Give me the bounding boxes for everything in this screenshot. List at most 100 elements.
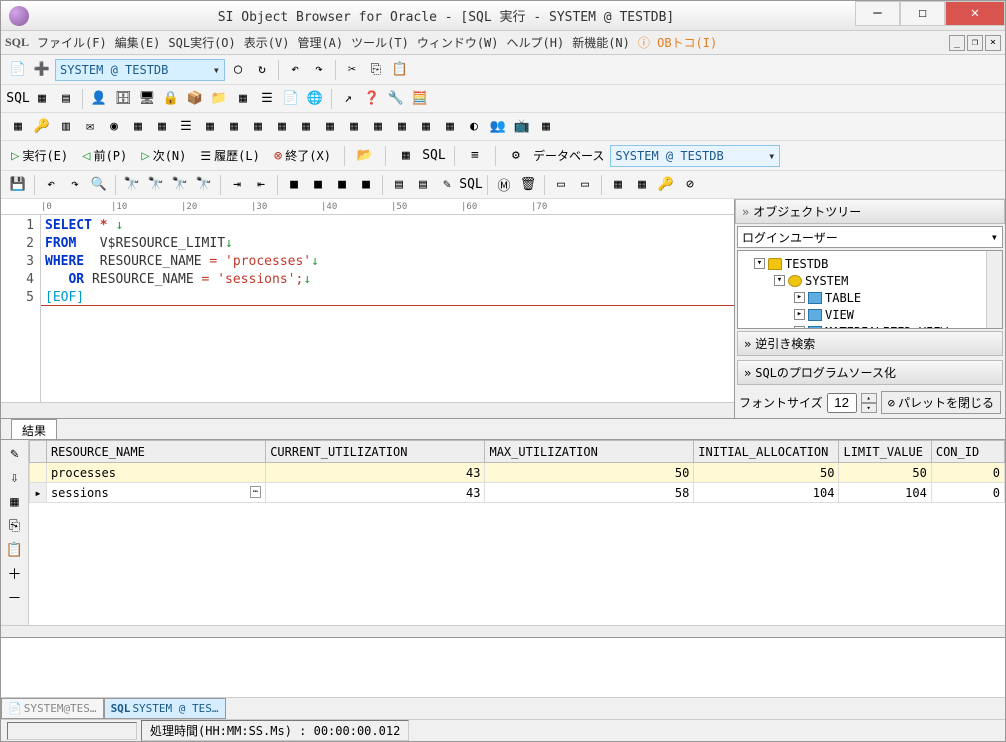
menu-file[interactable]: ファイル(F) bbox=[37, 34, 107, 51]
database-combo[interactable]: SYSTEM @ TESTDB▾ bbox=[610, 145, 780, 167]
redo-icon[interactable]: ↷ bbox=[308, 59, 330, 81]
res-paste-icon[interactable]: 📋 bbox=[5, 540, 25, 560]
res-edit-icon[interactable]: ✎ bbox=[5, 444, 25, 464]
block2-icon[interactable]: ■ bbox=[307, 174, 329, 196]
tb-b-icon[interactable]: ▥ bbox=[55, 116, 77, 138]
menu-new[interactable]: 新機能(N) bbox=[572, 34, 630, 51]
tb-j-icon[interactable]: ▦ bbox=[271, 116, 293, 138]
tb-h-icon[interactable]: ▦ bbox=[223, 116, 245, 138]
sql-source-section[interactable]: »SQLのプログラムソース化 bbox=[737, 360, 1003, 385]
lock-icon[interactable]: 🔒 bbox=[160, 88, 182, 110]
res-add-icon[interactable]: ＋ bbox=[5, 564, 25, 584]
tb-s-icon[interactable]: 👥 bbox=[487, 116, 509, 138]
db-icon[interactable]: 🗄 bbox=[112, 88, 134, 110]
help-icon[interactable]: ❓ bbox=[361, 88, 383, 110]
tb-mail-icon[interactable]: ✉ bbox=[79, 116, 101, 138]
reverse-search-section[interactable]: »逆引き検索 bbox=[737, 331, 1003, 356]
tree-item-view[interactable]: ▸VIEW bbox=[742, 306, 998, 323]
tree-db-node[interactable]: ▾TESTDB bbox=[742, 255, 998, 272]
tb-g-icon[interactable]: ▦ bbox=[199, 116, 221, 138]
win2-icon[interactable]: ▭ bbox=[574, 174, 596, 196]
clear-icon[interactable]: 🗑 bbox=[517, 174, 539, 196]
block4-icon[interactable]: ■ bbox=[355, 174, 377, 196]
add-conn-icon[interactable]: ➕ bbox=[31, 59, 53, 81]
close-button[interactable]: ✕ bbox=[945, 1, 1005, 26]
grid3-icon[interactable]: ▦ bbox=[631, 174, 653, 196]
tb-d-icon[interactable]: ▦ bbox=[127, 116, 149, 138]
res-excel-icon[interactable]: ▦ bbox=[5, 492, 25, 512]
user-icon[interactable]: 👤 bbox=[88, 88, 110, 110]
mdi-close-button[interactable]: × bbox=[985, 35, 1001, 51]
doc-icon[interactable]: 📄 bbox=[280, 88, 302, 110]
menu-view[interactable]: 表示(V) bbox=[244, 34, 290, 51]
binoc3-icon[interactable]: 🔭 bbox=[169, 174, 191, 196]
undo-icon[interactable]: ↶ bbox=[284, 59, 306, 81]
doc-tab-2[interactable]: SQLSYSTEM @ TES… bbox=[104, 698, 226, 719]
export-icon[interactable]: ↗ bbox=[337, 88, 359, 110]
tb-k-icon[interactable]: ▦ bbox=[295, 116, 317, 138]
paste-icon[interactable]: 📋 bbox=[389, 59, 411, 81]
block1-icon[interactable]: ■ bbox=[283, 174, 305, 196]
login-user-combo[interactable]: ログインユーザー▾ bbox=[737, 226, 1003, 248]
folder-icon[interactable]: 📁 bbox=[208, 88, 230, 110]
tb-c-icon[interactable]: ◉ bbox=[103, 116, 125, 138]
tb-f-icon[interactable]: ☰ bbox=[175, 116, 197, 138]
next-button[interactable]: ▷次(N) bbox=[137, 145, 190, 166]
rb-c-icon[interactable]: ≡ bbox=[464, 145, 486, 167]
tb-l-icon[interactable]: ▦ bbox=[319, 116, 341, 138]
server-icon[interactable]: 🖥 bbox=[136, 88, 158, 110]
indent-icon[interactable]: ⇥ bbox=[226, 174, 248, 196]
binoc4-icon[interactable]: 🔭 bbox=[193, 174, 215, 196]
tb-p-icon[interactable]: ▦ bbox=[415, 116, 437, 138]
tb-m-icon[interactable]: ▦ bbox=[343, 116, 365, 138]
block3-icon[interactable]: ■ bbox=[331, 174, 353, 196]
menu-window[interactable]: ウィンドウ(W) bbox=[417, 34, 499, 51]
menu-help[interactable]: ヘルプ(H) bbox=[507, 34, 565, 51]
cut-icon[interactable]: ✂ bbox=[341, 59, 363, 81]
tree-user-node[interactable]: ▾SYSTEM bbox=[742, 272, 998, 289]
save-icon[interactable]: 💾 bbox=[7, 174, 29, 196]
cell-more-icon[interactable]: ⋯ bbox=[250, 486, 261, 498]
binoc2-icon[interactable]: 🔭 bbox=[145, 174, 167, 196]
menu-sqlexec[interactable]: SQL実行(O) bbox=[168, 34, 235, 51]
doc-tab-1[interactable]: 📄SYSTEM@TES… bbox=[1, 698, 104, 719]
history-button[interactable]: ☰履歴(L) bbox=[196, 145, 263, 166]
rb-a-icon[interactable]: ▦ bbox=[395, 145, 417, 167]
mdi-minimize-button[interactable]: _ bbox=[949, 35, 965, 51]
sql-icon[interactable]: SQL bbox=[7, 88, 29, 110]
tb-i-icon[interactable]: ▦ bbox=[247, 116, 269, 138]
tb-e-icon[interactable]: ▦ bbox=[151, 116, 173, 138]
ed-redo-icon[interactable]: ↷ bbox=[64, 174, 86, 196]
reload-icon[interactable]: ↻ bbox=[251, 59, 273, 81]
tree-vscrollbar[interactable] bbox=[986, 251, 1002, 328]
results-hscrollbar[interactable] bbox=[1, 625, 1005, 637]
execute-button[interactable]: ▷実行(E) bbox=[7, 145, 72, 166]
view-icon[interactable]: ▤ bbox=[55, 88, 77, 110]
tb-a-icon[interactable]: ▦ bbox=[7, 116, 29, 138]
menu-manage[interactable]: 管理(A) bbox=[297, 34, 343, 51]
binoc1-icon[interactable]: 🔭 bbox=[121, 174, 143, 196]
tb-t-icon[interactable]: 📺 bbox=[511, 116, 533, 138]
m-icon[interactable]: Ⓜ bbox=[493, 174, 515, 196]
object-tree[interactable]: ▾TESTDB ▾SYSTEM ▸TABLE ▸VIEW ▸MATERIALIZ… bbox=[737, 250, 1003, 329]
res-down-icon[interactable]: ⇩ bbox=[5, 468, 25, 488]
tree-item-mview[interactable]: ▸MATERIALIZED VIEW bbox=[742, 323, 998, 329]
font-size-input[interactable] bbox=[827, 393, 857, 413]
results-grid[interactable]: RESOURCE_NAME CURRENT_UTILIZATION MAX_UT… bbox=[29, 440, 1005, 625]
format-icon[interactable]: ✎ bbox=[436, 174, 458, 196]
tb-r-icon[interactable]: ◐ bbox=[463, 116, 485, 138]
package-icon[interactable]: 📦 bbox=[184, 88, 206, 110]
calc-icon[interactable]: 🧮 bbox=[409, 88, 431, 110]
find-icon[interactable]: 🔍 bbox=[88, 174, 110, 196]
results-row[interactable]: ▸ sessions ⋯ 43 58 104 104 0 bbox=[30, 483, 1005, 503]
copy-icon[interactable]: ⎘ bbox=[365, 59, 387, 81]
comment-icon[interactable]: ▤ bbox=[388, 174, 410, 196]
rb-d-icon[interactable]: ⚙ bbox=[505, 145, 527, 167]
res-copy-icon[interactable]: ⎘ bbox=[5, 516, 25, 536]
wrench-icon[interactable]: 🔧 bbox=[385, 88, 407, 110]
outdent-icon[interactable]: ⇤ bbox=[250, 174, 272, 196]
open-icon[interactable]: 📂 bbox=[354, 145, 376, 167]
menu-obtoko[interactable]: ⓘ OBトコ(I) bbox=[638, 34, 717, 51]
font-up-button[interactable]: ▴ bbox=[861, 393, 877, 403]
table-icon[interactable]: ▦ bbox=[31, 88, 53, 110]
